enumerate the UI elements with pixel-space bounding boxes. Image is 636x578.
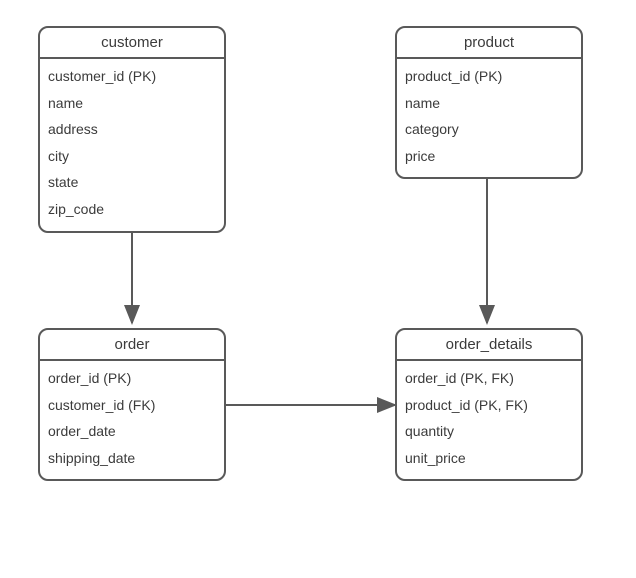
attr: order_id (PK) [48, 365, 216, 392]
entity-attrs: order_id (PK, FK) product_id (PK, FK) qu… [397, 361, 581, 479]
entity-title: customer [40, 28, 224, 59]
attr: name [48, 90, 216, 117]
entity-title: order [40, 330, 224, 361]
er-diagram-canvas: customer customer_id (PK) name address c… [0, 0, 636, 578]
attr: order_date [48, 418, 216, 445]
entity-attrs: product_id (PK) name category price [397, 59, 581, 177]
entity-attrs: customer_id (PK) name address city state… [40, 59, 224, 231]
attr: customer_id (PK) [48, 63, 216, 90]
attr: zip_code [48, 196, 216, 223]
entity-attrs: order_id (PK) customer_id (FK) order_dat… [40, 361, 224, 479]
attr: category [405, 116, 573, 143]
entity-order: order order_id (PK) customer_id (FK) ord… [38, 328, 226, 481]
entity-product: product product_id (PK) name category pr… [395, 26, 583, 179]
entity-order-details: order_details order_id (PK, FK) product_… [395, 328, 583, 481]
entity-title: order_details [397, 330, 581, 361]
attr: name [405, 90, 573, 117]
attr: shipping_date [48, 445, 216, 472]
attr: price [405, 143, 573, 170]
attr: city [48, 143, 216, 170]
attr: order_id (PK, FK) [405, 365, 573, 392]
attr: product_id (PK) [405, 63, 573, 90]
entity-customer: customer customer_id (PK) name address c… [38, 26, 226, 233]
attr: state [48, 169, 216, 196]
attr: quantity [405, 418, 573, 445]
attr: address [48, 116, 216, 143]
attr: product_id (PK, FK) [405, 392, 573, 419]
attr: unit_price [405, 445, 573, 472]
entity-title: product [397, 28, 581, 59]
attr: customer_id (FK) [48, 392, 216, 419]
